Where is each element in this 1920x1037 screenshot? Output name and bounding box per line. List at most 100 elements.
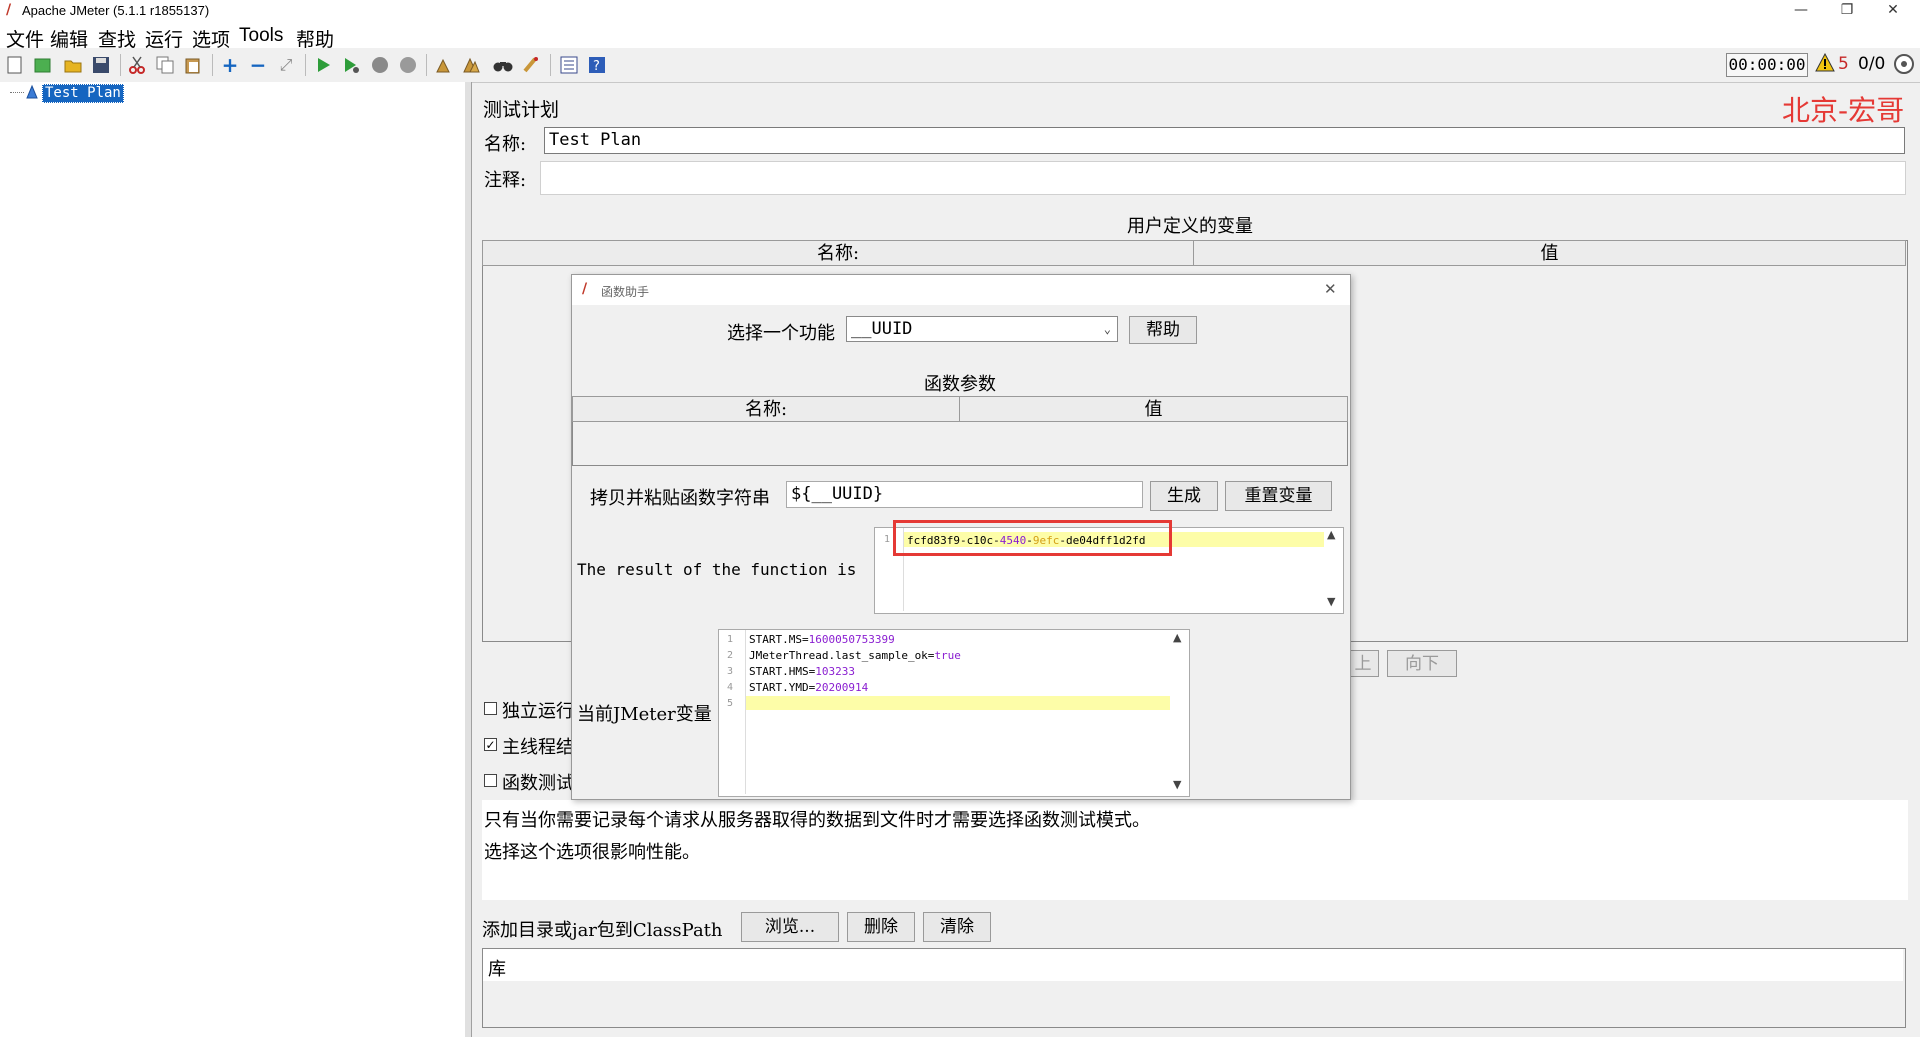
var-line-number: 1 bbox=[727, 634, 734, 645]
var-key: START.MS= bbox=[749, 633, 809, 646]
variables-title: 用户定义的变量 bbox=[1127, 216, 1253, 237]
move-down-button[interactable]: 向下 bbox=[1387, 650, 1457, 677]
params-col-name[interactable]: 名称: bbox=[572, 396, 960, 422]
variables-current-line bbox=[746, 696, 1170, 710]
var-line: START.HMS=103233 bbox=[749, 665, 855, 678]
window-title: Apache JMeter (5.1.1 r1855137) bbox=[22, 3, 210, 18]
start-icon[interactable] bbox=[313, 54, 335, 76]
menubar: 文件 编辑 查找 运行 选项 Tools 帮助 bbox=[0, 22, 1920, 51]
var-line: JMeterThread.last_sample_ok=true bbox=[749, 649, 961, 662]
result-editor[interactable]: 1 fcfd83f9-c10c-4540-9efc-de04dff1d2fd ▲… bbox=[874, 520, 1344, 614]
search-binoculars-icon[interactable] bbox=[492, 54, 514, 76]
name-field[interactable]: Test Plan bbox=[544, 127, 1905, 154]
stop-icon[interactable] bbox=[369, 54, 391, 76]
dialog-titlebar: / 函数助手 ✕ bbox=[572, 275, 1350, 305]
function-select[interactable]: __UUID ⌄ bbox=[846, 316, 1118, 342]
variables-col-value[interactable]: 值 bbox=[1193, 240, 1906, 266]
clear-icon[interactable] bbox=[432, 54, 454, 76]
var-value: true bbox=[934, 649, 961, 662]
menu-tools[interactable]: Tools bbox=[239, 25, 283, 47]
dialog-close-button[interactable]: ✕ bbox=[1324, 280, 1337, 298]
test-plan-icon bbox=[24, 84, 40, 104]
var-value: 20200914 bbox=[815, 681, 869, 694]
warning-icon[interactable] bbox=[1815, 52, 1835, 77]
result-label: The result of the function is bbox=[577, 560, 857, 579]
var-line-number: 2 bbox=[727, 650, 734, 661]
main-thread-checkbox[interactable]: ✓ bbox=[484, 738, 497, 751]
comment-field[interactable] bbox=[540, 161, 1906, 195]
function-string-field[interactable]: ${__UUID} bbox=[786, 481, 1143, 508]
var-line: START.MS=1600050753399 bbox=[749, 633, 895, 646]
var-line-number: 4 bbox=[727, 682, 734, 693]
scroll-down-icon[interactable]: ▼ bbox=[1327, 595, 1335, 608]
help-icon[interactable]: ? bbox=[586, 54, 608, 76]
jmeter-variables-label: 当前JMeter变量 bbox=[577, 704, 712, 725]
new-icon[interactable] bbox=[4, 54, 26, 76]
tree-item-test-plan[interactable]: Test Plan bbox=[42, 84, 124, 103]
standalone-label: 独立运行 bbox=[502, 701, 574, 722]
vars-scroll-up-icon[interactable]: ▲ bbox=[1173, 631, 1181, 644]
variables-col-name[interactable]: 名称: bbox=[482, 240, 1194, 266]
restore-button[interactable]: ❐ bbox=[1824, 0, 1870, 22]
save-icon[interactable] bbox=[90, 54, 112, 76]
comment-label: 注释: bbox=[484, 170, 527, 191]
dialog-help-button[interactable]: 帮助 bbox=[1129, 316, 1197, 344]
var-line-number: 3 bbox=[727, 666, 734, 677]
start-no-pause-icon[interactable] bbox=[341, 54, 363, 76]
minimize-button[interactable]: — bbox=[1778, 0, 1824, 22]
library-header-row bbox=[483, 949, 1903, 981]
cut-icon[interactable] bbox=[126, 54, 148, 76]
toolbar: + − ⤢ ? 00:00:00 5 0/0 bbox=[0, 48, 1920, 83]
paste-icon[interactable] bbox=[182, 54, 204, 76]
classpath-label: 添加目录或jar包到ClassPath bbox=[482, 920, 723, 941]
toggle-icon[interactable]: ⤢ bbox=[275, 54, 297, 76]
var-key: START.HMS= bbox=[749, 665, 816, 678]
function-test-label: 函数测试 bbox=[502, 773, 574, 794]
page-title: 测试计划 bbox=[483, 99, 560, 121]
window-titlebar: / Apache JMeter (5.1.1 r1855137) — ❐ ✕ bbox=[0, 0, 1920, 22]
panel-splitter[interactable] bbox=[465, 82, 472, 1037]
function-test-checkbox[interactable] bbox=[484, 774, 497, 787]
standalone-checkbox[interactable] bbox=[484, 702, 497, 715]
select-function-label: 选择一个功能 bbox=[727, 323, 835, 344]
delete-button[interactable]: 删除 bbox=[847, 912, 915, 942]
reset-search-icon[interactable] bbox=[520, 54, 542, 76]
move-up-button[interactable]: 上 bbox=[1347, 650, 1379, 677]
function-params-title: 函数参数 bbox=[924, 374, 996, 395]
function-select-value: __UUID bbox=[851, 319, 913, 339]
copy-icon[interactable] bbox=[154, 54, 176, 76]
thread-ratio: 0/0 bbox=[1858, 54, 1886, 74]
clear-all-icon[interactable] bbox=[460, 54, 482, 76]
remote-icon[interactable] bbox=[1893, 53, 1915, 79]
params-col-value[interactable]: 值 bbox=[959, 396, 1348, 422]
elapsed-timer: 00:00:00 bbox=[1726, 53, 1808, 77]
templates-icon[interactable] bbox=[32, 54, 54, 76]
info-line-2: 选择这个选项很影响性能。 bbox=[484, 842, 700, 863]
variables-editor[interactable]: 1 START.MS=1600050753399 2 JMeterThread.… bbox=[718, 629, 1190, 797]
svg-text:?: ? bbox=[593, 59, 600, 74]
var-line-number: 5 bbox=[727, 698, 734, 709]
jmeter-feather-icon: / bbox=[6, 2, 12, 18]
var-key: START.YMD= bbox=[749, 681, 816, 694]
generate-button[interactable]: 生成 bbox=[1150, 481, 1218, 511]
tree-line bbox=[10, 92, 24, 93]
dialog-feather-icon: / bbox=[582, 281, 588, 297]
clear-button[interactable]: 清除 bbox=[923, 912, 991, 942]
collapse-icon[interactable]: − bbox=[247, 53, 269, 77]
scroll-up-icon[interactable]: ▲ bbox=[1327, 528, 1335, 541]
var-key: JMeterThread.last_sample_ok= bbox=[749, 649, 935, 662]
dialog-title: 函数助手 bbox=[601, 285, 650, 299]
main-thread-label: 主线程结 bbox=[502, 737, 574, 758]
shutdown-icon[interactable] bbox=[397, 54, 419, 76]
browse-button[interactable]: 浏览... bbox=[741, 912, 839, 942]
var-value: 1600050753399 bbox=[808, 633, 895, 646]
expand-icon[interactable]: + bbox=[219, 53, 241, 77]
copy-string-label: 拷贝并粘贴函数字符串 bbox=[590, 488, 770, 509]
open-icon[interactable] bbox=[62, 54, 84, 76]
result-line-number: 1 bbox=[884, 534, 891, 545]
reset-variables-button[interactable]: 重置变量 bbox=[1225, 481, 1332, 511]
watermark-text: 北京-宏哥 bbox=[1782, 94, 1905, 127]
function-helper-icon[interactable] bbox=[558, 54, 580, 76]
vars-scroll-down-icon[interactable]: ▼ bbox=[1173, 778, 1181, 791]
close-window-button[interactable]: ✕ bbox=[1870, 0, 1916, 22]
